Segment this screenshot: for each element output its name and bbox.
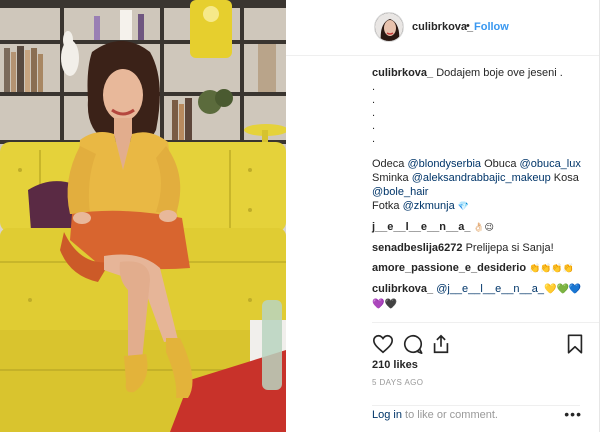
caption: culibrkova_ Dodajem boje ove jeseni . [372,66,592,80]
comment-item: amore_passione_e_desiderio 👏👏👏👏 [372,261,592,276]
post-frame: culibrkova_ • Follow culibrkova_ Dodajem… [0,0,600,432]
photo-illustration [0,0,286,432]
credit-label: Odeca [372,158,408,170]
credit-tag-link[interactable]: @bole_hair [372,186,428,198]
comment-item: j__e__l__e__n__a_ 👌🏻😉 [372,220,592,235]
bookmark-icon[interactable] [564,333,586,355]
credit-label: Sminka [372,172,412,184]
heart-icon[interactable] [372,333,394,355]
caption-dot-line: . [372,133,376,145]
caption-dot-line: . [372,120,376,132]
comments-section: culibrkova_ Dodajem boje ove jeseni . . … [372,66,592,312]
comment-item: culibrkova_ @j__e__l__e__n__a_💛💚💙💜🖤 [372,282,592,312]
comment-icon-svg [403,334,423,354]
bookmark-icon-svg [567,334,583,354]
credit-line: Sminka @aleksandrabbajic_makeup Kosa [372,171,592,185]
actions-section: 210 likes 5 DAYS AGO Log in to like or c… [372,322,599,432]
follow-button[interactable]: Follow [474,21,509,33]
credit-tag-link[interactable]: @blondyserbia [407,158,481,170]
share-icon[interactable] [430,333,452,355]
post-photo[interactable] [0,0,286,432]
caption-username[interactable]: culibrkova_ [372,67,433,79]
avatar[interactable] [374,12,404,42]
credit-line: @bole_hair [372,185,592,199]
comment-username[interactable]: amore_passione_e_desiderio [372,262,526,274]
likes-count[interactable]: 210 likes [372,359,418,371]
diamond-emoji: 💎 [454,202,469,212]
caption-dot-line: . [372,107,376,119]
caption-dot-line: . [372,94,376,106]
comment-text: 👏👏👏👏 [526,264,574,274]
caption-credits: Odeca @blondyserbia Obuca @obuca_lux Smi… [372,157,592,214]
heart-icon-svg [373,334,393,354]
caption-dot-line: . [372,81,376,93]
comment-username[interactable]: j__e__l__e__n__a_ [372,221,470,233]
login-prompt: Log in to like or comment. [372,409,498,421]
post-header: culibrkova_ • Follow [286,0,599,56]
share-icon-svg [433,334,449,354]
post-side-panel: culibrkova_ • Follow culibrkova_ Dodajem… [286,0,599,432]
header-username[interactable]: culibrkova_ [412,21,473,33]
credit-tag-link[interactable]: @aleksandrabbajic_makeup [412,172,551,184]
comment-mention-link[interactable]: @j__e__l__e__n__a_ [436,283,544,295]
comment-text: Prelijepa si Sanja! [462,242,554,254]
credit-line: Fotka @zkmunja 💎 [372,199,592,214]
comment-icon[interactable] [402,333,424,355]
credit-line: Odeca @blondyserbia Obuca @obuca_lux [372,157,592,171]
credit-label: Kosa [550,172,579,184]
login-prompt-text: to like or comment. [401,409,498,421]
more-options-icon[interactable]: ••• [564,406,582,422]
comment-username[interactable]: culibrkova_ [372,283,433,295]
login-link[interactable]: Log in [372,409,402,421]
credit-tag-link[interactable]: @obuca_lux [520,158,581,170]
login-row: Log in to like or comment. ••• [372,405,581,422]
comment-item: senadbeslija6272 Prelijepa si Sanja! [372,241,592,255]
caption-text: Dodajem boje ove jeseni . [436,67,563,79]
credit-tag-link[interactable]: @zkmunja [403,200,455,212]
post-timestamp: 5 DAYS AGO [372,378,424,387]
credit-label: Fotka [372,200,403,212]
avatar-image [375,13,403,41]
comment-text: 👌🏻😉 [470,223,494,233]
credit-label: Obuca [481,158,520,170]
comment-username[interactable]: senadbeslija6272 [372,242,463,254]
caption-dots: . . . . . [372,80,592,145]
separator-dot: • [466,20,470,32]
